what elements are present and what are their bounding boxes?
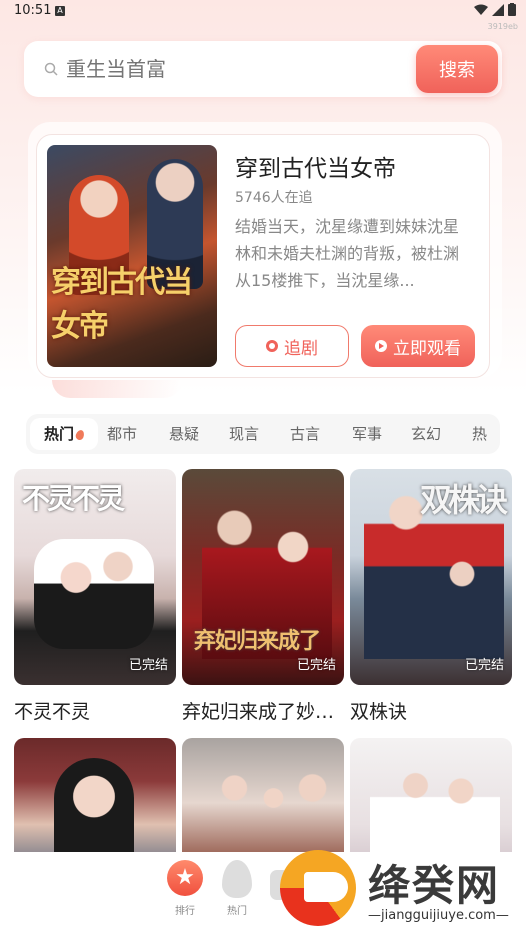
tab-passion[interactable]: 热血 xyxy=(472,414,500,454)
drama-title[interactable]: 不灵不灵 xyxy=(14,697,176,724)
watermark-logo-icon xyxy=(280,850,356,926)
follow-label: 追剧 xyxy=(284,338,318,359)
status-time: 10:51 xyxy=(14,3,52,18)
poster-figures xyxy=(202,758,332,858)
status-badge: 已完结 xyxy=(296,658,336,673)
signal-icon xyxy=(492,3,504,16)
drama-poster[interactable]: 弃妃归来成了 已完结 xyxy=(182,469,344,685)
featured-card[interactable]: 穿到古代当女帝 穿到古代当女帝 5746人在追 结婚当天，沈星缘遭到妹妹沈星林和… xyxy=(36,134,490,378)
drama-poster[interactable]: 不灵不灵 已完结 xyxy=(14,469,176,685)
poster-art-title: 不灵不灵 xyxy=(22,482,125,515)
category-tabs: 热门 都市 悬疑 现言 古言 军事 玄幻 热血 xyxy=(26,414,500,454)
search-input[interactable] xyxy=(66,53,406,85)
play-icon xyxy=(375,340,387,352)
tab-modern-romance[interactable]: 现言 xyxy=(229,414,259,454)
nav-icon-wrap xyxy=(218,860,256,898)
poster-art-title: 弃妃归来成了 xyxy=(194,628,321,654)
follow-icon xyxy=(266,340,278,352)
featured-followers: 5746人在追 xyxy=(235,190,313,206)
drama-poster[interactable]: 双株诀 已完结 xyxy=(350,469,512,685)
nav-item-hot[interactable]: 热门 xyxy=(212,860,262,917)
drama-card[interactable]: 不灵不灵 已完结 不灵不灵 xyxy=(14,469,176,724)
drama-title[interactable]: 弃妃归来成了妙手神医 xyxy=(182,697,344,724)
tab-city[interactable]: 都市 xyxy=(107,414,137,454)
flame-icon xyxy=(222,860,252,898)
poster-art-title: 双株诀 xyxy=(419,481,508,519)
star-badge-icon: ★ xyxy=(167,860,203,896)
drama-card[interactable]: 弃妃归来成了 已完结 弃妃归来成了妙手神医 xyxy=(182,469,344,724)
tab-ancient-romance[interactable]: 古言 xyxy=(290,414,320,454)
watermark-url: —jiangguijiuye.com— xyxy=(368,908,509,923)
follow-button[interactable]: 追剧 xyxy=(235,325,349,367)
cover-title-art: 穿到古代当女帝 xyxy=(51,265,193,344)
watch-label: 立即观看 xyxy=(393,338,461,359)
tab-suspense[interactable]: 悬疑 xyxy=(169,414,199,454)
flame-small-icon xyxy=(74,428,86,442)
search-bar: 搜索 xyxy=(24,41,502,97)
build-code: 3919eb xyxy=(487,22,518,31)
notification-icon: A xyxy=(55,6,65,16)
status-icons xyxy=(474,3,516,16)
tab-military[interactable]: 军事 xyxy=(352,414,382,454)
wifi-icon xyxy=(474,4,488,15)
watch-now-button[interactable]: 立即观看 xyxy=(361,325,475,367)
nav-icon-wrap: ★ xyxy=(166,860,204,898)
nav-label: 排行 xyxy=(175,906,195,917)
watermark: 绛癸网 —jiangguijiuye.com— xyxy=(278,848,526,935)
status-badge: 已完结 xyxy=(464,658,504,673)
featured-title[interactable]: 穿到古代当女帝 xyxy=(235,149,396,183)
drama-card[interactable]: 双株诀 已完结 双株诀 xyxy=(350,469,512,724)
featured-description: 结婚当天，沈星缘遭到妹妹沈星林和未婚夫杜渊的背叛，被杜渊从15楼推下，当沈星缘.… xyxy=(235,217,460,290)
status-badge: 已完结 xyxy=(128,658,168,673)
status-bar: 10:51 A 3919eb xyxy=(0,0,526,31)
nav-item-ranking[interactable]: ★ 排行 xyxy=(160,860,210,917)
tab-fantasy[interactable]: 玄幻 xyxy=(411,414,441,454)
nav-label: 热门 xyxy=(227,906,247,917)
search-icon xyxy=(44,62,58,76)
tab-hot[interactable]: 热门 xyxy=(30,418,99,450)
card-decor xyxy=(52,380,182,398)
featured-cover[interactable]: 穿到古代当女帝 xyxy=(47,145,217,367)
tab-hot-label: 热门 xyxy=(44,425,75,443)
battery-icon xyxy=(508,3,516,16)
drama-title[interactable]: 双株诀 xyxy=(350,697,512,724)
poster-figures xyxy=(34,539,154,649)
search-button[interactable]: 搜索 xyxy=(416,45,498,93)
watermark-name: 绛癸网 xyxy=(368,861,501,910)
